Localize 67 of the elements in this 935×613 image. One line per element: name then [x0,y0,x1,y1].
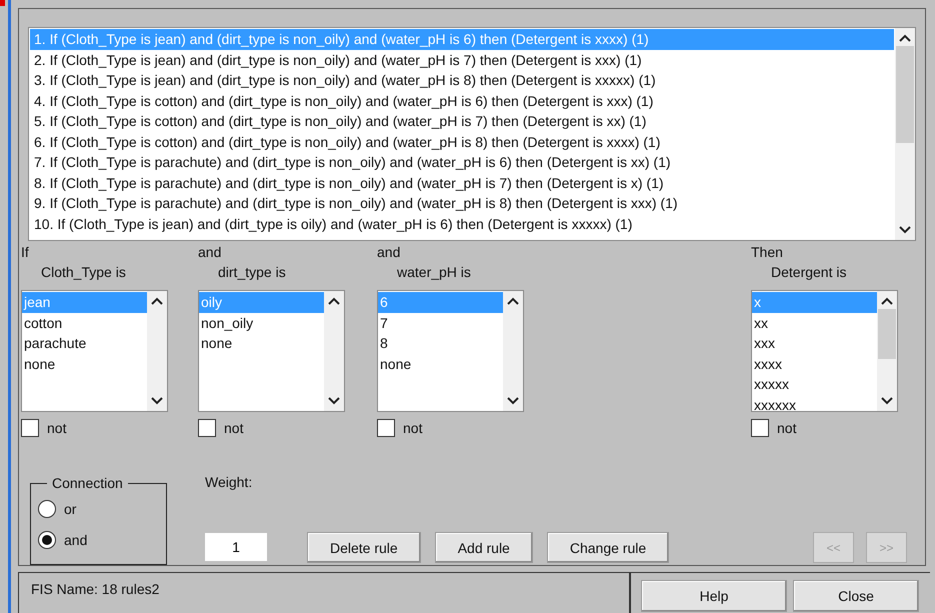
radio-label: and [64,532,88,548]
value-list[interactable]: jean cotton parachute none [21,290,168,412]
radio-button[interactable] [38,500,56,518]
weight-field[interactable]: 1 [205,533,267,561]
scroll-up-icon[interactable] [881,297,893,305]
connector-label: and [377,243,402,262]
scroll-down-icon[interactable] [151,397,163,405]
value-item[interactable]: xx [752,312,877,333]
not-label: not [47,420,66,436]
rule-item[interactable]: 3. If (Cloth_Type is jean) and (dirt_type is non_oily) and (water_pH is 8) then (Detergent is xxxxx) (1) [30,70,894,90]
not-label: not [403,420,422,436]
value-item[interactable]: non_oily [199,312,324,333]
rule-item[interactable]: 2. If (Cloth_Type is jean) and (dirt_type is non_oily) and (water_pH is 7) then (Detergent is xxx) (1) [30,50,894,70]
weight-label: Weight: [205,473,252,492]
not-label: not [777,420,796,436]
not-checkbox[interactable] [377,419,395,437]
value-item[interactable]: cotton [22,312,147,333]
rule-button[interactable]: Change rule [546,532,670,563]
scroll-down-icon[interactable] [899,226,911,234]
variable-label: Cloth_Type is [40,263,127,282]
value-list[interactable]: oily non_oily none [198,290,345,412]
scroll-down-icon[interactable] [507,397,519,405]
not-checkbox[interactable] [751,419,769,437]
rule-item[interactable]: 4. If (Cloth_Type is cotton) and (dirt_type is non_oily) and (water_pH is 6) then (Detergent is xxx) (1) [30,90,894,111]
scroll-up-icon[interactable] [151,297,163,305]
dialog-button[interactable]: Help [641,580,787,612]
radio-button[interactable] [38,531,56,549]
connector-label: Then [751,243,784,262]
scroll-thumb[interactable] [896,46,914,143]
rule-item[interactable]: 10. If (Cloth_Type is jean) and (dirt_type is oily) and (water_pH is 6) then (Detergent is xxxxx) (1) [30,214,894,234]
connector-label: and [198,243,222,262]
value-list[interactable]: 6 7 8 none [377,290,524,412]
scroll-thumb[interactable] [878,309,896,360]
scroll-down-icon[interactable] [328,397,340,405]
variable-label: dirt_type is [217,263,287,282]
rule-button[interactable]: Delete rule [307,532,421,563]
value-item[interactable]: parachute [22,333,147,354]
fis-name: FIS Name: 18 rules2 [31,581,160,597]
value-item[interactable]: 7 [378,312,503,333]
value-item[interactable]: xxxxxx [752,394,877,411]
connector-label: If [21,243,30,262]
rule-item[interactable]: 5. If (Cloth_Type is cotton) and (dirt_type is non_oily) and (water_pH is 7) then (Detergent is xx) (1) [30,111,894,132]
rule-list[interactable] [28,27,916,241]
value-item[interactable]: xxxxx [752,374,877,394]
dialog-button[interactable]: Close [793,580,919,612]
value-item[interactable]: none [378,354,503,374]
scroll-up-icon[interactable] [507,297,519,305]
not-checkbox[interactable] [21,419,39,437]
rule-item[interactable]: 8. If (Cloth_Type is parachute) and (dirt_type is non_oily) and (water_pH is 7) then (Detergent is x) (1) [30,172,894,193]
scroll-up-icon[interactable] [899,34,911,42]
value-item[interactable]: none [199,333,324,354]
value-item[interactable]: xxxx [752,354,877,374]
variable-label: Detergent is [770,263,848,282]
scroll-down-icon[interactable] [881,397,893,405]
value-item[interactable]: none [22,354,147,374]
not-checkbox[interactable] [198,419,216,437]
not-label: not [224,420,244,436]
rule-item[interactable]: 9. If (Cloth_Type is parachute) and (dirt_type is non_oily) and (water_pH is 8) then (Detergent is xxx) (1) [30,193,894,214]
rule-button[interactable]: Add rule [434,532,533,563]
radio-label: or [64,501,76,517]
variable-label: water_pH is [396,263,472,282]
corner-mark [0,0,5,6]
rule-item[interactable]: 6. If (Cloth_Type is cotton) and (dirt_type is non_oily) and (water_pH is 8) then (Detergent is xxxx) (1) [30,132,894,152]
value-item[interactable]: 8 [378,333,503,354]
scroll-up-icon[interactable] [328,297,340,305]
rule-item[interactable]: 7. If (Cloth_Type is parachute) and (dirt_type is non_oily) and (water_pH is 6) then (Detergent is xx) (1) [30,152,894,172]
value-item[interactable]: xxx [752,333,877,354]
